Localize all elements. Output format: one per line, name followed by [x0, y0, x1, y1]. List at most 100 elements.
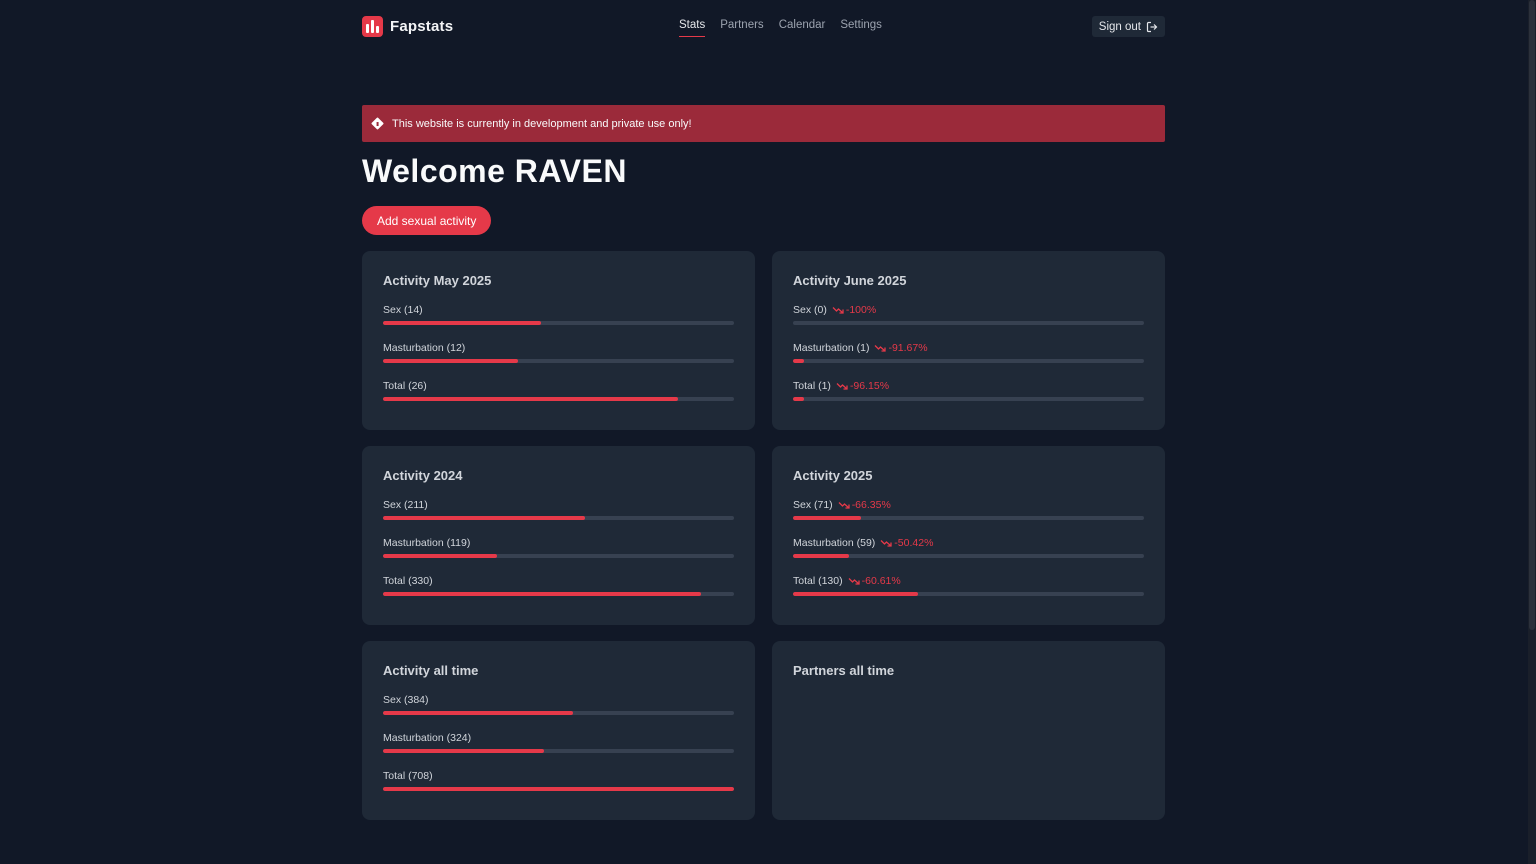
stat-row: Sex (0) -100% [793, 303, 1144, 325]
stat-row: Sex (14) [383, 303, 734, 325]
trend-value: -66.35% [851, 499, 891, 511]
brand-name: Fapstats [390, 18, 454, 35]
stat-label: Masturbation (119) [383, 537, 471, 549]
progress-bar [383, 516, 734, 520]
add-sexual-activity-button[interactable]: Add sexual activity [362, 206, 492, 235]
progress-fill [383, 711, 573, 715]
stat-row: Masturbation (59) -50.42% [793, 536, 1144, 558]
progress-fill [383, 321, 541, 325]
progress-fill [383, 787, 734, 791]
progress-bar [383, 592, 734, 596]
stat-label: Total (330) [383, 575, 433, 587]
page-scrollbar[interactable] [1528, 0, 1536, 864]
progress-fill [793, 397, 804, 401]
card-activity-june: Activity June 2025 Sex (0) -100% Masturb… [772, 251, 1165, 430]
trend-indicator: -100% [832, 304, 876, 316]
progress-bar [793, 397, 1144, 401]
stat-label: Total (26) [383, 380, 427, 392]
card-title: Activity June 2025 [793, 273, 907, 288]
scrollbar-thumb[interactable] [1529, 0, 1535, 630]
progress-bar [383, 397, 734, 401]
trending-down-icon [874, 345, 887, 352]
stat-label: Masturbation (324) [383, 732, 472, 744]
page-container: Fapstats Stats Partners Calendar Setting… [362, 0, 1165, 820]
progress-bar [383, 787, 734, 791]
progress-fill [383, 397, 678, 401]
trend-value: -96.15% [849, 380, 890, 392]
trending-down-icon [880, 540, 892, 547]
stat-row: Total (330) [383, 574, 734, 596]
progress-fill [793, 359, 804, 363]
page-title: Welcome RAVEN [362, 153, 627, 189]
chart-bars-logo-icon [362, 16, 383, 37]
card-title: Activity 2024 [383, 468, 463, 483]
progress-fill [793, 554, 850, 558]
trend-value: -100% [845, 304, 877, 316]
nav-stats[interactable]: Stats [679, 19, 706, 37]
stat-row: Total (1) -96.15% [793, 379, 1144, 401]
trend-value: -60.61% [861, 575, 901, 587]
progress-bar [383, 749, 734, 753]
progress-bar [793, 321, 1144, 325]
stat-label: Masturbation (12) [383, 342, 466, 354]
warning-diamond-icon [371, 117, 384, 130]
stat-row: Total (708) [383, 769, 734, 791]
trending-down-icon [832, 307, 844, 314]
trend-indicator: -50.42% [880, 537, 933, 549]
nav-settings[interactable]: Settings [840, 19, 882, 37]
card-title: Activity all time [383, 663, 479, 678]
trending-down-icon [838, 502, 850, 509]
stat-label: Sex (384) [383, 694, 429, 706]
progress-fill [383, 516, 585, 520]
stat-row: Sex (384) [383, 693, 734, 715]
progress-bar [793, 554, 1144, 558]
progress-bar [383, 554, 734, 558]
stat-row: Total (26) [383, 379, 734, 401]
main-nav: Stats Partners Calendar Settings [679, 19, 882, 37]
stat-row: Sex (71) -66.35% [793, 498, 1144, 520]
stat-label: Masturbation (59) [793, 537, 876, 549]
stat-row: Masturbation (119) [383, 536, 734, 558]
brand[interactable]: Fapstats [362, 16, 453, 37]
progress-fill [383, 359, 519, 363]
top-header: Fapstats Stats Partners Calendar Setting… [362, 0, 1165, 53]
stat-row: Sex (211) [383, 498, 734, 520]
trend-value: -50.42% [894, 537, 934, 549]
card-activity-all-time: Activity all time Sex (384) Masturbation… [362, 641, 755, 820]
stat-row: Total (130) -60.61% [793, 574, 1144, 596]
nav-calendar[interactable]: Calendar [779, 19, 826, 37]
progress-fill [383, 554, 498, 558]
sign-out-label: Sign out [1098, 20, 1141, 33]
sign-out-button[interactable]: Sign out [1091, 16, 1165, 37]
stat-row: Masturbation (12) [383, 341, 734, 363]
stat-label: Sex (14) [383, 304, 423, 316]
stat-row: Masturbation (324) [383, 731, 734, 753]
progress-bar [793, 359, 1144, 363]
stat-label: Total (1) [793, 380, 831, 392]
stat-label: Sex (0) [793, 304, 827, 316]
stat-label: Sex (71) [793, 499, 833, 511]
stat-label: Masturbation (1) [793, 342, 870, 354]
stat-label: Sex (211) [383, 499, 428, 511]
card-activity-month: Activity May 2025 Sex (14) Masturbation … [362, 251, 755, 430]
alert-text: This website is currently in development… [392, 117, 692, 130]
progress-bar [383, 321, 734, 325]
nav-partners[interactable]: Partners [720, 19, 763, 37]
stat-row: Masturbation (1) -91.67% [793, 341, 1144, 363]
trending-down-icon [848, 578, 860, 585]
progress-fill [383, 749, 545, 753]
dev-warning-alert: This website is currently in development… [362, 105, 1165, 142]
progress-bar [793, 592, 1144, 596]
trend-indicator: -60.61% [848, 575, 901, 587]
card-title: Activity May 2025 [383, 273, 492, 288]
card-activity-2024: Activity 2024 Sex (211) Masturbation (11… [362, 446, 755, 625]
progress-fill [793, 516, 862, 520]
card-title: Partners all time [793, 663, 895, 678]
card-title: Activity 2025 [793, 468, 873, 483]
card-partners-all-time: Partners all time [772, 641, 1165, 820]
stat-label: Total (708) [383, 770, 433, 782]
progress-fill [793, 592, 918, 596]
trend-indicator: -96.15% [836, 380, 889, 392]
sign-out-icon [1146, 21, 1158, 32]
progress-fill [383, 592, 701, 596]
